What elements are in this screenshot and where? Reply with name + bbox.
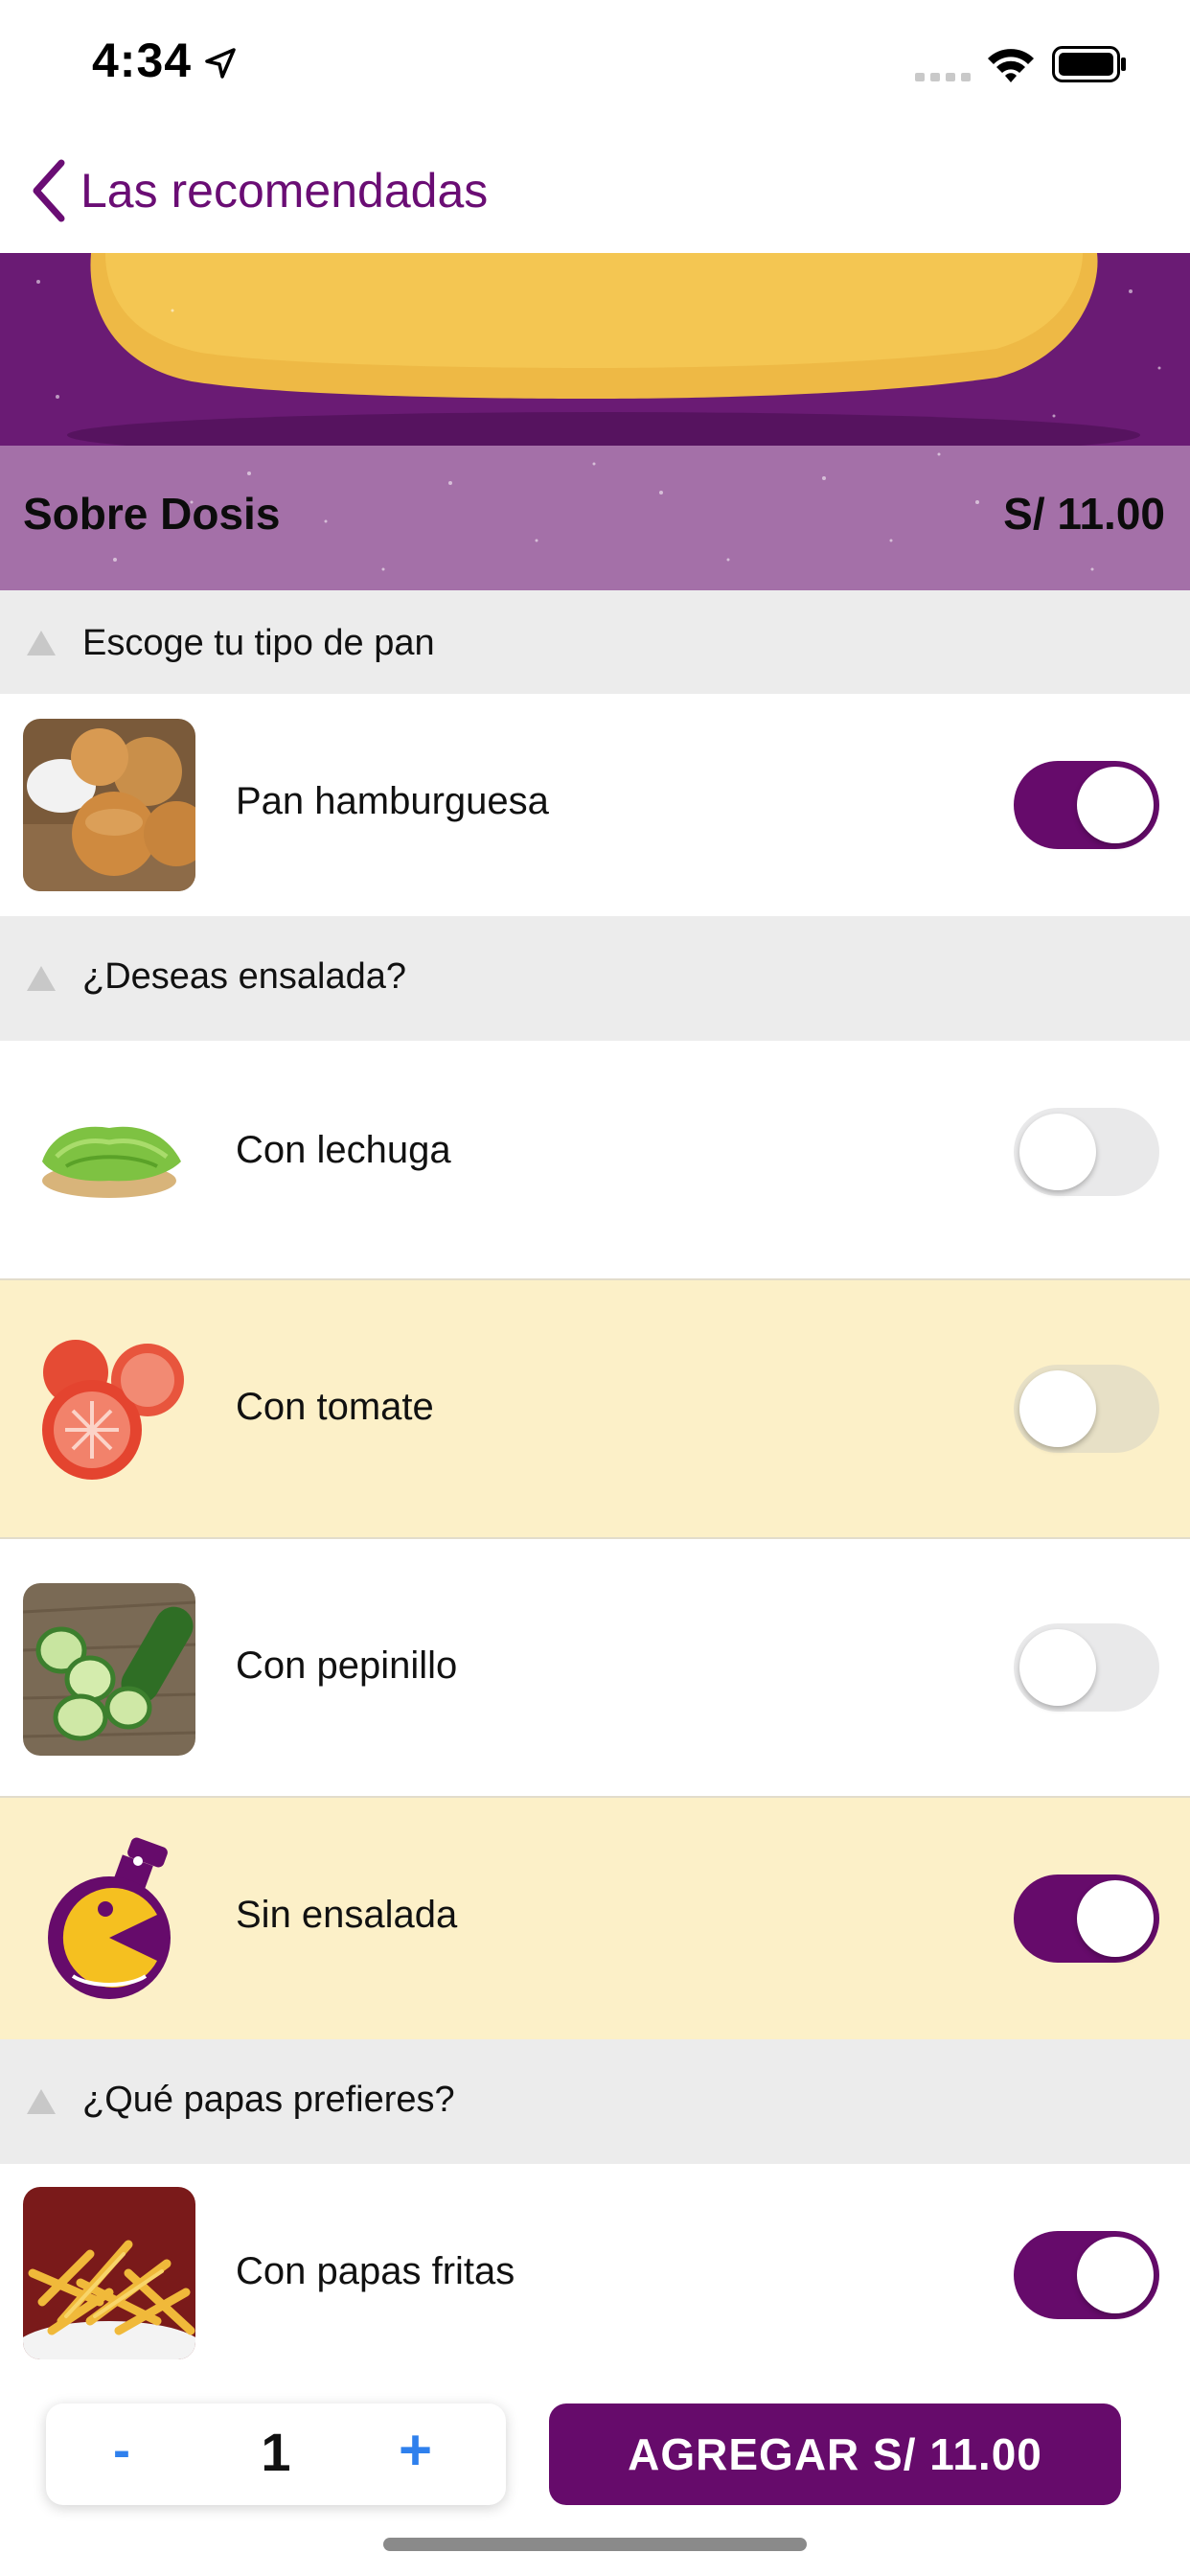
speckle-texture — [36, 280, 1161, 571]
option-label: Con pepinillo — [236, 1644, 458, 1687]
collapse-triangle-icon — [27, 631, 56, 656]
option-label: Con papas fritas — [236, 2250, 515, 2292]
section-title: ¿Qué papas prefieres? — [82, 2080, 455, 2120]
cellular-signal-icon — [915, 73, 971, 81]
collapse-triangle-icon — [27, 966, 56, 991]
quantity-stepper: 1 - + — [46, 2404, 506, 2505]
decrement-button[interactable]: - — [113, 2421, 130, 2480]
product-detail-screen: 4:34 Las recomendadas Sobre Dosis S/ 11.… — [0, 0, 1190, 2576]
navigation-bar: Las recomendadas — [0, 126, 1190, 253]
home-indicator — [383, 2538, 807, 2551]
location-arrow-icon — [205, 48, 236, 79]
section-header-fries[interactable]: ¿Qué papas prefieres? — [0, 2039, 1190, 2164]
option-label: Sin ensalada — [236, 1894, 458, 1936]
toggle-knob — [1019, 1114, 1096, 1190]
section-header-bread[interactable]: Escoge tu tipo de pan — [0, 590, 1190, 694]
toggle-knob — [1077, 767, 1154, 843]
status-bar: 4:34 — [0, 0, 1190, 126]
fries-photo — [23, 2187, 195, 2359]
option-row-con-pepinillo[interactable]: Con pepinillo — [0, 1539, 1190, 1798]
option-row-pan-hamburguesa[interactable]: Pan hamburguesa — [0, 694, 1190, 916]
cucumber-photo — [23, 1583, 195, 1756]
option-label: Con tomate — [236, 1386, 434, 1428]
option-label: Pan hamburguesa — [236, 780, 549, 822]
chevron-left-icon — [33, 159, 65, 222]
tomato-photo — [23, 1324, 195, 1497]
option-toggle[interactable] — [1014, 761, 1159, 849]
status-time: 4:34 — [92, 34, 193, 87]
section-header-salad[interactable]: ¿Deseas ensalada? — [0, 916, 1190, 1041]
bread-buns-photo — [23, 719, 195, 891]
section-title: ¿Deseas ensalada? — [82, 956, 406, 997]
back-button[interactable]: Las recomendadas — [29, 155, 488, 226]
add-to-cart-button[interactable]: AGREGAR S/ 11.00 — [549, 2404, 1121, 2505]
increment-button[interactable]: + — [399, 2417, 432, 2483]
option-row-con-papas-fritas[interactable]: Con papas fritas — [0, 2164, 1190, 2386]
product-hero: Sobre Dosis S/ 11.00 — [0, 253, 1190, 590]
option-toggle[interactable] — [1014, 1874, 1159, 1963]
collapse-triangle-icon — [27, 2089, 56, 2114]
toggle-knob — [1077, 2237, 1154, 2313]
option-toggle[interactable] — [1014, 1365, 1159, 1453]
option-toggle[interactable] — [1014, 1623, 1159, 1712]
option-row-con-lechuga[interactable]: Con lechuga — [0, 1041, 1190, 1280]
toggle-knob — [1077, 1880, 1154, 1957]
option-row-sin-ensalada[interactable]: Sin ensalada — [0, 1798, 1190, 2039]
option-label: Con lechuga — [236, 1129, 451, 1171]
option-toggle[interactable] — [1014, 1108, 1159, 1196]
option-toggle[interactable] — [1014, 2231, 1159, 2319]
toggle-knob — [1019, 1370, 1096, 1447]
wifi-icon — [988, 49, 1034, 82]
option-row-con-tomate[interactable]: Con tomate — [0, 1280, 1190, 1539]
brand-flask-logo — [23, 1832, 195, 2005]
section-title: Escoge tu tipo de pan — [82, 623, 435, 663]
toggle-knob — [1019, 1629, 1096, 1706]
battery-icon — [1052, 46, 1126, 82]
back-label: Las recomendadas — [80, 164, 489, 218]
lettuce-photo — [23, 1075, 195, 1248]
